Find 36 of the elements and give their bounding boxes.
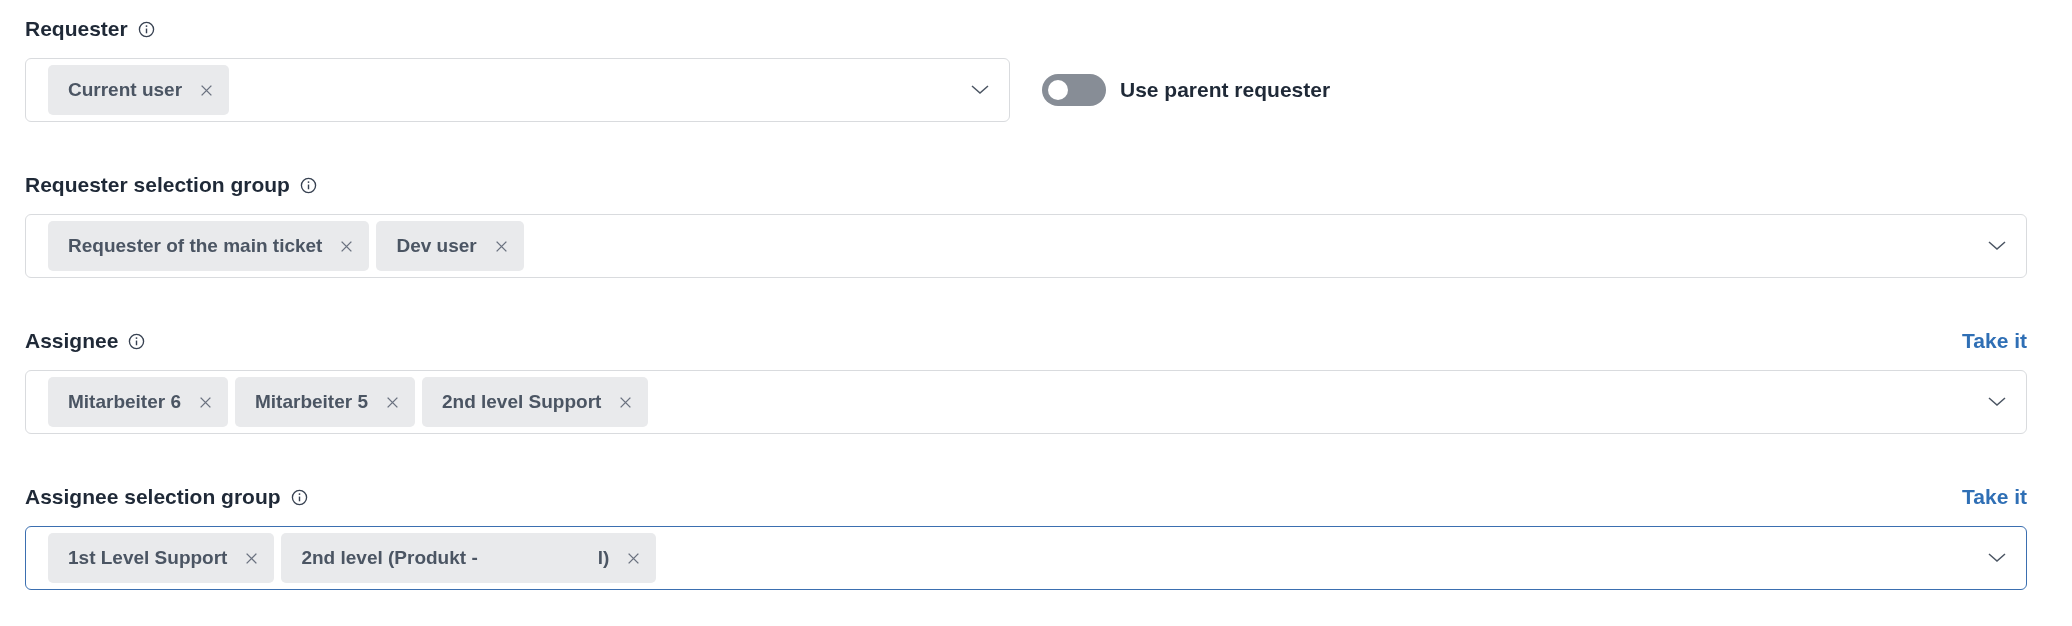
chip-label: Mitarbeiter 5 bbox=[255, 391, 368, 413]
info-icon bbox=[290, 488, 308, 506]
multi-select-field[interactable]: Mitarbeiter 6 Mitarbeiter 5 2nd level Support bbox=[25, 370, 2027, 434]
chip-label: Requester of the main ticket bbox=[68, 235, 323, 257]
remove-icon[interactable] bbox=[200, 83, 214, 97]
chip-label: 2nd level (Produkt - l) bbox=[301, 547, 610, 569]
chip-label: Dev user bbox=[396, 235, 477, 257]
multi-select-field[interactable]: Requester of the main ticket Dev user bbox=[25, 214, 2027, 278]
chevron-down-icon[interactable] bbox=[971, 85, 989, 95]
multi-select-field[interactable]: 1st Level Support 2nd level (Produkt - l) bbox=[25, 526, 2027, 590]
toggle-label: Use parent requester bbox=[1120, 78, 1331, 102]
remove-icon[interactable] bbox=[619, 395, 633, 409]
chip-label: Current user bbox=[68, 79, 183, 101]
chevron-down-icon[interactable] bbox=[1988, 553, 2006, 563]
info-icon bbox=[128, 332, 146, 350]
chip-label: 2nd level Support bbox=[441, 391, 602, 413]
remove-icon[interactable] bbox=[199, 395, 212, 409]
remove-icon[interactable] bbox=[385, 395, 399, 409]
info-icon bbox=[137, 20, 155, 38]
remove-icon[interactable] bbox=[245, 551, 259, 565]
field-label: Assignee selection group bbox=[25, 485, 281, 509]
take-it-link[interactable]: Take it bbox=[1962, 485, 2027, 509]
field-label: Assignee bbox=[25, 329, 119, 353]
chip-label: Mitarbeiter 6 bbox=[68, 391, 181, 413]
toggle-switch[interactable] bbox=[1042, 74, 1106, 106]
remove-icon[interactable] bbox=[627, 551, 641, 565]
chip-label: 1st Level Support bbox=[68, 547, 228, 569]
chevron-down-icon[interactable] bbox=[1988, 397, 2006, 407]
chevron-down-icon[interactable] bbox=[1988, 241, 2006, 251]
field-label: Requester bbox=[25, 17, 128, 41]
multi-select-field[interactable]: Current user bbox=[25, 58, 1010, 122]
remove-icon[interactable] bbox=[340, 239, 354, 253]
info-icon bbox=[299, 176, 317, 194]
take-it-link[interactable]: Take it bbox=[1962, 329, 2027, 353]
remove-icon[interactable] bbox=[494, 239, 508, 253]
field-label: Requester selection group bbox=[25, 173, 290, 197]
